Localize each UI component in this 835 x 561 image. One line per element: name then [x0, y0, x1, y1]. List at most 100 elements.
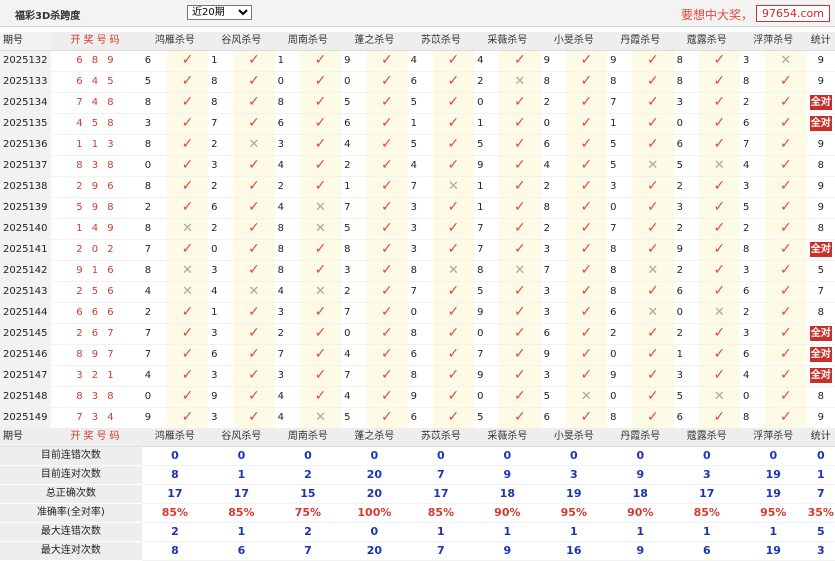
- period-cell: 2025141: [0, 239, 52, 261]
- stat-cell: 9: [817, 412, 824, 423]
- ad-text[interactable]: 要想中大奖，: [681, 6, 753, 23]
- check-icon: ✓: [447, 136, 460, 152]
- stats-label: 总正确次数: [0, 484, 142, 504]
- stats-value: 85%: [673, 503, 741, 523]
- all-correct-badge: 全对: [809, 368, 832, 383]
- check-icon: ✓: [248, 73, 260, 89]
- stats-value: 20: [341, 484, 408, 504]
- column-header-master: 采薇杀号: [474, 32, 541, 51]
- check-icon: ✓: [248, 346, 260, 362]
- correct-mark-cell: ✓: [632, 218, 674, 240]
- kill-number-cell: 8: [277, 223, 285, 234]
- check-icon: ✓: [779, 262, 792, 278]
- check-icon: ✓: [447, 94, 460, 110]
- correct-mark-cell: ✓: [432, 407, 475, 429]
- check-icon: ✓: [646, 136, 659, 152]
- period-select[interactable]: 近20期: [187, 5, 252, 20]
- kill-number-cell: 4: [144, 286, 152, 297]
- stats-row: 目前连错次数 0 0 0 0 0 0 0 0 0 0 0: [0, 446, 835, 466]
- kill-number-cell: 6: [543, 412, 550, 423]
- check-icon: ✓: [381, 52, 393, 68]
- table-row: 2025143 2 5 6 4 ✕ 4 ✕ 4 ✕ 2 ✓ 7 ✓ 5 ✓ 3 ✓ 8 ✓ 6 ✓ 6 ✓ 7: [0, 281, 835, 303]
- correct-mark-cell: ✓: [366, 218, 408, 240]
- check-icon: ✓: [381, 388, 393, 404]
- kill-number-cell: 8: [610, 412, 617, 423]
- kill-number-cell: 6: [610, 307, 617, 318]
- correct-mark-cell: ✓: [765, 260, 807, 282]
- kill-number-cell: 7: [344, 307, 351, 318]
- check-icon: ✓: [248, 220, 260, 236]
- period-cell: 2025146: [0, 344, 52, 366]
- column-header-master: 蔻露杀号: [673, 32, 741, 51]
- draw-number-cell: 6 4 5: [76, 76, 117, 87]
- kill-number-cell: 3: [543, 307, 550, 318]
- kill-number-cell: 7: [344, 370, 351, 381]
- correct-mark-cell: ✓: [698, 50, 741, 72]
- kill-number-cell: 6: [211, 349, 218, 360]
- check-icon: ✓: [381, 325, 393, 341]
- site-watermark: 97654.com: [756, 5, 830, 22]
- kill-number-cell: 6: [743, 118, 750, 129]
- kill-number-cell: 6: [277, 118, 285, 129]
- correct-mark-cell: ✓: [366, 239, 408, 261]
- kill-number-cell: 7: [477, 223, 484, 234]
- kill-number-cell: 8: [410, 265, 417, 276]
- kill-number-cell: 8: [211, 76, 218, 87]
- kill-number-cell: 1: [676, 349, 683, 360]
- kill-number-cell: 3: [743, 328, 750, 339]
- check-icon: ✓: [713, 136, 726, 152]
- kill-number-cell: 3: [543, 370, 550, 381]
- correct-mark-cell: ✓: [765, 134, 807, 156]
- kill-number-cell: 2: [344, 160, 351, 171]
- correct-mark-cell: ✓: [299, 323, 342, 345]
- period-cell: 2025137: [0, 155, 52, 177]
- correct-mark-cell: ✓: [565, 134, 608, 156]
- check-icon: ✓: [713, 73, 726, 89]
- correct-mark-cell: ✓: [366, 176, 408, 198]
- check-icon: ✓: [314, 73, 327, 89]
- kill-number-cell: 3: [543, 286, 550, 297]
- check-icon: ✓: [381, 178, 393, 194]
- stats-row: 最大连错次数 2 1 2 0 1 1 1 1 1 1 5: [0, 522, 835, 542]
- correct-mark-cell: ✓: [366, 323, 408, 345]
- correct-mark-cell: ✓: [166, 323, 209, 345]
- correct-mark-cell: ✓: [765, 92, 807, 114]
- check-icon: ✓: [381, 409, 393, 425]
- table-row: 2025142 9 1 6 8 ✕ 3 ✓ 8 ✓ 3 ✓ 8 ✕ 8 ✕ 7 ✓ 8 ✕ 2 ✓ 3 ✓ 5: [0, 260, 835, 282]
- correct-mark-cell: ✓: [233, 176, 275, 198]
- kill-number-cell: 4: [743, 160, 750, 171]
- draw-number-cell: 6 8 9: [76, 55, 117, 66]
- kill-number-cell: 6: [676, 286, 683, 297]
- kill-number-cell: 1: [211, 55, 218, 66]
- kill-number-cell: 0: [610, 391, 617, 402]
- all-correct-badge: 全对: [809, 326, 832, 341]
- kill-number-cell: 1: [610, 118, 617, 129]
- correct-mark-cell: ✓: [432, 281, 475, 303]
- correct-mark-cell: ✓: [632, 386, 674, 408]
- stats-value: 7: [407, 465, 475, 485]
- correct-mark-cell: ✓: [565, 323, 608, 345]
- kill-number-cell: 0: [477, 391, 484, 402]
- check-icon: ✓: [381, 283, 393, 299]
- correct-mark-cell: ✓: [698, 260, 741, 282]
- check-icon: ✓: [580, 325, 593, 341]
- correct-mark-cell: ✓: [432, 365, 475, 387]
- correct-mark-cell: ✓: [698, 113, 741, 135]
- kill-number-cell: 3: [211, 265, 218, 276]
- wrong-mark-cell: ✕: [632, 155, 674, 177]
- check-icon: ✓: [514, 325, 526, 341]
- stats-header-period: 期号: [0, 428, 52, 447]
- kill-number-cell: 8: [610, 286, 617, 297]
- check-icon: ✓: [646, 241, 659, 257]
- kill-number-cell: 6: [410, 412, 417, 423]
- check-icon: ✓: [381, 346, 393, 362]
- period-cell: 2025139: [0, 197, 52, 219]
- stat-cell: 9: [817, 55, 824, 66]
- kill-number-cell: 3: [211, 160, 218, 171]
- check-icon: ✓: [514, 220, 526, 236]
- stats-value: 0: [407, 446, 475, 466]
- check-icon: ✓: [713, 178, 726, 194]
- correct-mark-cell: ✓: [432, 344, 475, 366]
- kill-number-cell: 2: [676, 181, 683, 192]
- stats-label: 准确率(全对率): [0, 503, 142, 523]
